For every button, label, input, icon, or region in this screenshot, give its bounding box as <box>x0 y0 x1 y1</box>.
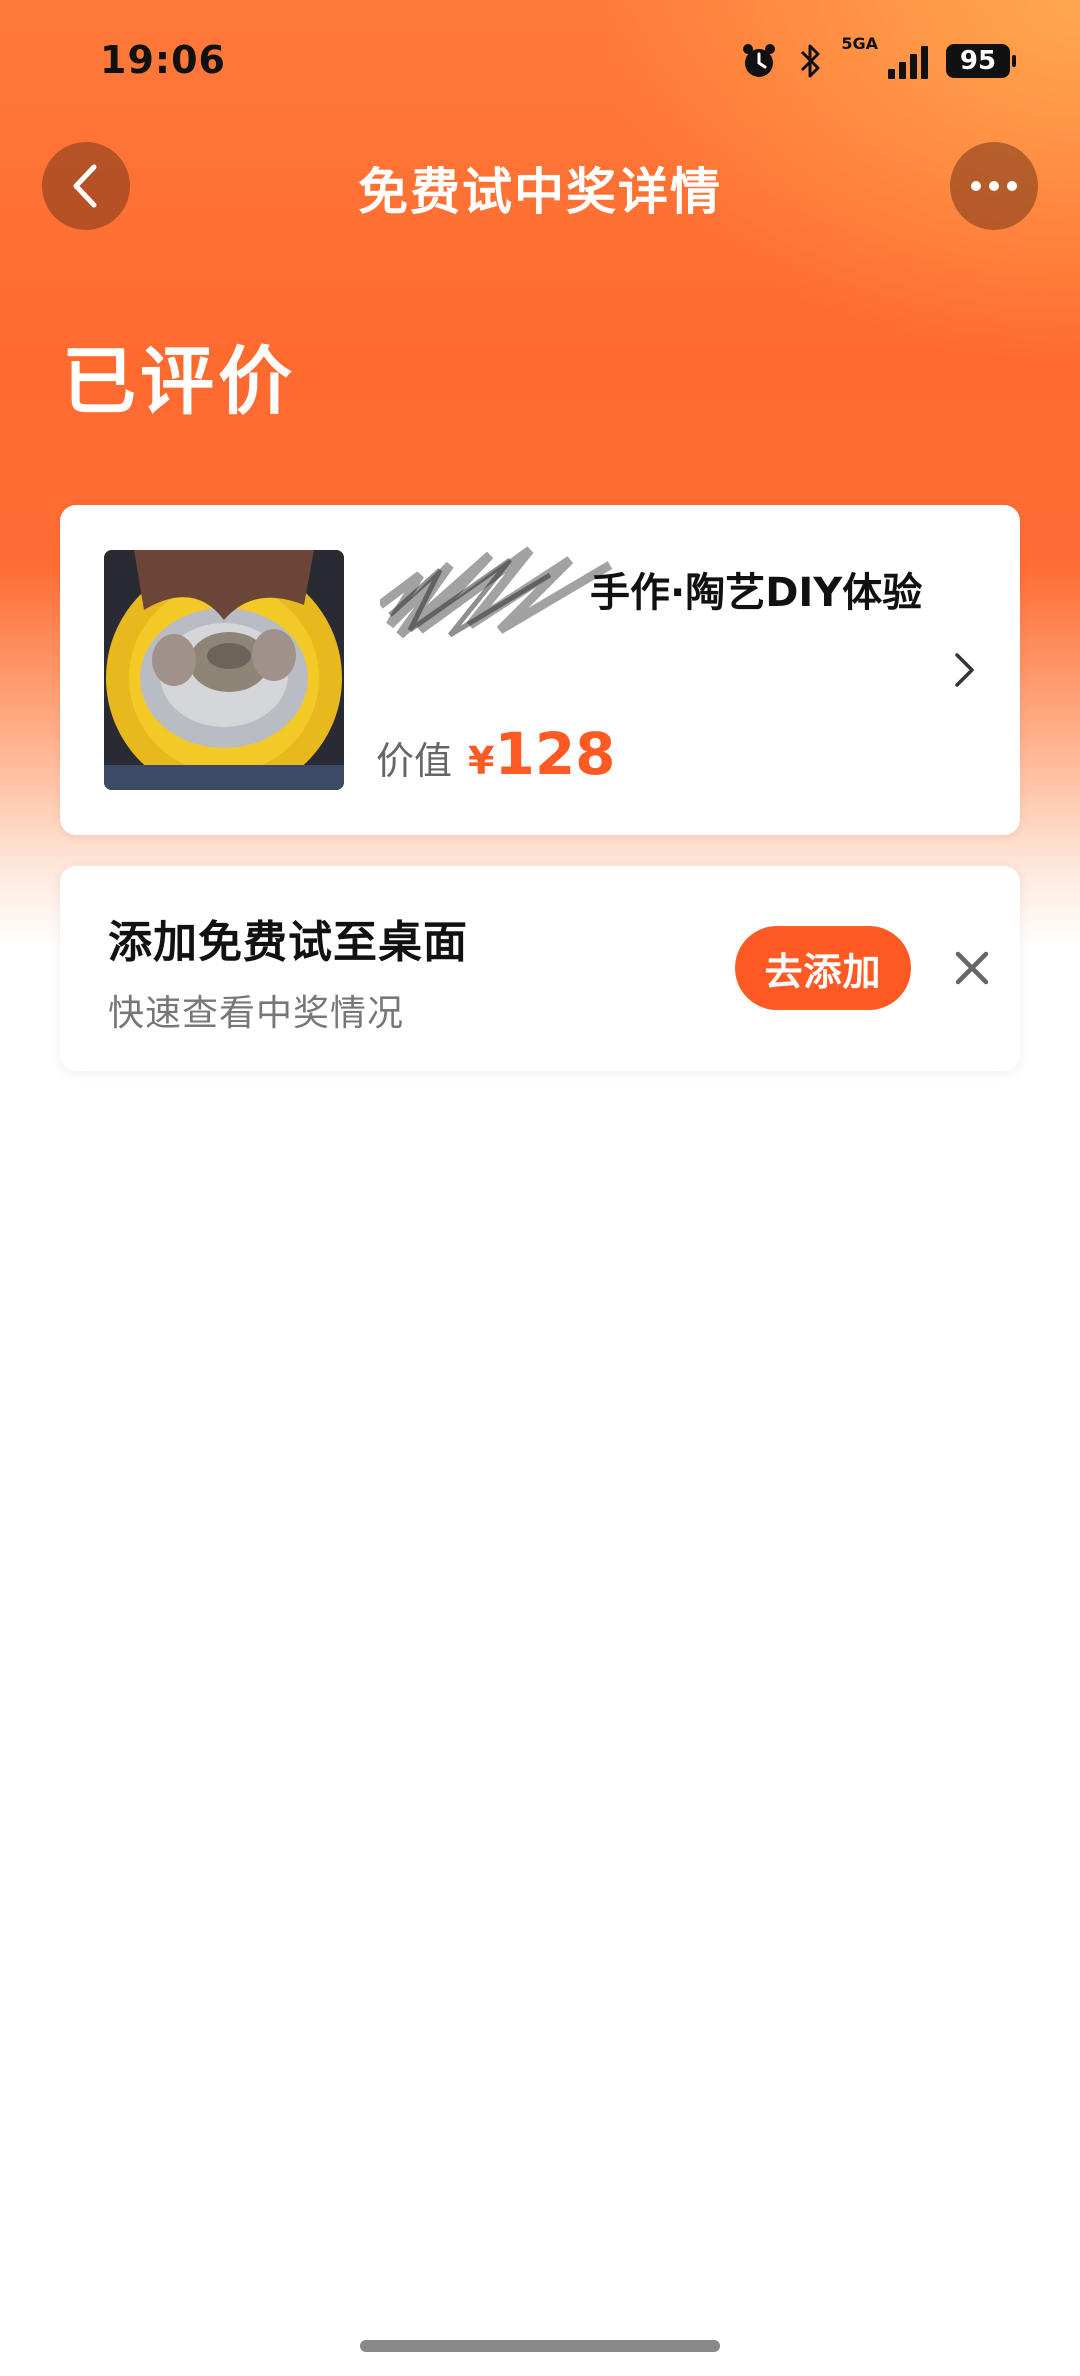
promo-title: 添加免费试至桌面 <box>108 917 468 968</box>
close-icon <box>955 951 989 985</box>
price-currency: ¥ <box>468 739 495 783</box>
bluetooth-icon <box>801 44 820 78</box>
status-time: 19:06 <box>100 38 226 82</box>
network-type: 5GA <box>841 34 878 53</box>
page-title: 免费试中奖详情 <box>358 163 722 221</box>
add-to-desktop-card: 添加免费试至桌面 快速查看中奖情况 去添加 <box>60 866 1020 1071</box>
price-label: 价值 <box>376 739 453 783</box>
home-indicator[interactable] <box>360 2340 720 2352</box>
alarm-icon <box>743 44 776 77</box>
close-button[interactable] <box>940 936 1004 1000</box>
price-row: 价值 ¥ 128 <box>376 720 616 788</box>
more-button[interactable] <box>950 142 1038 230</box>
product-card[interactable]: 手作·陶艺DIY体验 价值 ¥ 128 <box>60 505 1020 835</box>
battery-icon: 95 <box>946 44 1016 78</box>
product-name[interactable]: 手作·陶艺DIY体验 <box>590 560 922 618</box>
order-status: 已评价 <box>62 339 296 425</box>
status-bar: 19:06 5GA 95 <box>0 0 1080 120</box>
page: 19:06 5GA 95 免费试中奖详情 已评价 手作·陶艺DIY体验 价值 ¥… <box>0 0 1080 2376</box>
chevron-right-icon[interactable] <box>952 650 978 694</box>
status-icons: 5GA 95 <box>739 34 1016 86</box>
promo-subtitle: 快速查看中奖情况 <box>108 993 405 1034</box>
product-image[interactable] <box>104 550 344 790</box>
nav-bar: 免费试中奖详情 <box>0 142 1080 232</box>
more-icon <box>971 181 1017 191</box>
signal-icon <box>888 43 928 79</box>
battery-level: 95 <box>959 46 997 76</box>
price-value: 128 <box>494 720 616 788</box>
add-button[interactable]: 去添加 <box>735 926 911 1010</box>
